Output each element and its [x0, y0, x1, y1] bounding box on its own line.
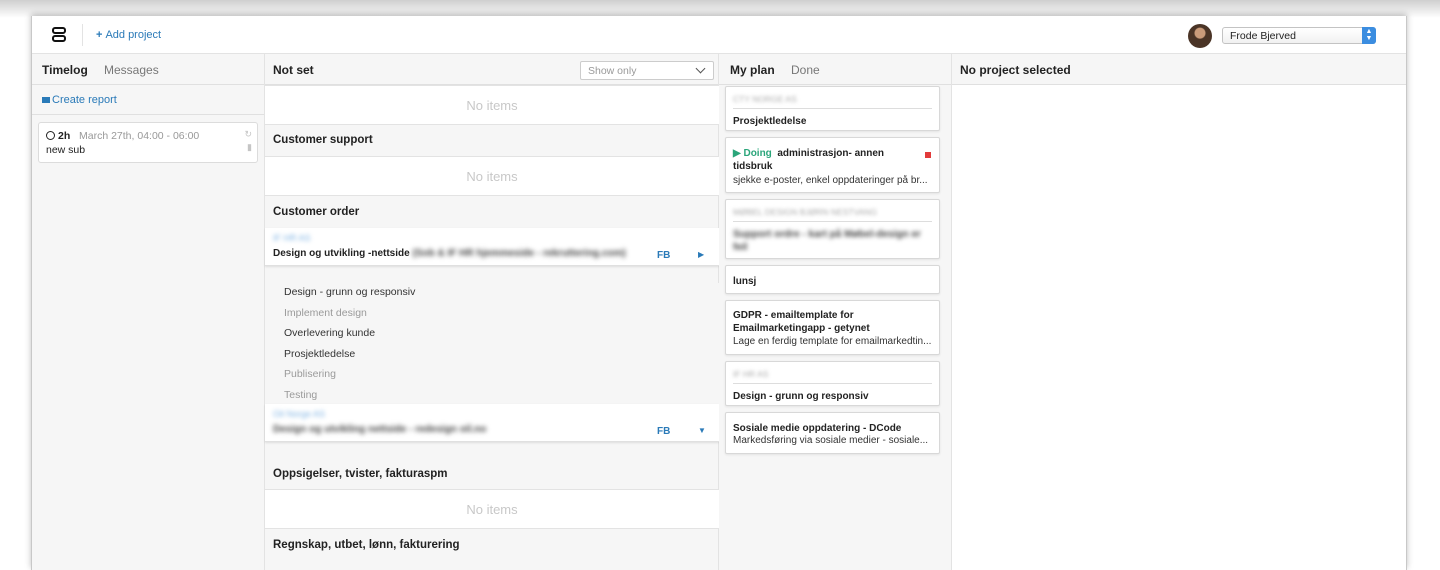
user-select[interactable]: Frode Bjerved ▲ ▼ — [1222, 27, 1376, 44]
plan-card[interactable]: lunsj — [725, 265, 940, 294]
plan-card-active[interactable]: ▶ Doing administrasjon- annen tidsbruk sj… — [725, 137, 940, 193]
play-icon[interactable]: ▶ — [698, 250, 704, 259]
plan-panel: My plan Done CTY NORGE AS Prosjektledels… — [719, 54, 952, 570]
card-description: Markedsføring via sosiale medier - sosia… — [733, 435, 929, 446]
subtask-item[interactable]: Implement design — [284, 307, 367, 319]
show-only-select[interactable]: Show only — [580, 61, 714, 80]
tab-my-plan[interactable]: My plan — [730, 63, 775, 77]
entry-date: March 27th, 04:00 - 06:00 — [79, 130, 200, 142]
stop-icon[interactable] — [925, 152, 931, 158]
entry-duration: 2h — [58, 130, 71, 142]
card-description: Lage en ferdig template for emailmarkedt… — [733, 336, 932, 347]
mail-icon — [42, 97, 50, 103]
create-report-label: Create report — [52, 94, 117, 106]
card-divider — [733, 108, 932, 109]
project-name-extra: (Sob & IF HR hjemmeside - rekruttering.c… — [412, 248, 626, 259]
subtask-item[interactable]: Overlevering kunde — [284, 327, 375, 339]
timelog-tabs: Timelog Messages — [32, 54, 264, 85]
card-title: Support ordre - kart på Møbel-design er … — [733, 229, 921, 253]
detail-title: No project selected — [960, 63, 1071, 77]
project-owner: FB — [657, 250, 671, 261]
chevron-down-icon — [695, 63, 706, 74]
card-title: lunsj — [733, 276, 757, 287]
section-oppsigelser[interactable]: Oppsigelser, tvister, fakturaspm — [273, 468, 448, 480]
project-name: Design og utvikling nettside - redesign … — [273, 424, 487, 435]
timelog-panel: Timelog Messages Create report 2h March … — [32, 54, 265, 570]
empty-list: No items — [265, 85, 719, 125]
empty-label: No items — [466, 502, 518, 517]
plus-icon: + — [96, 29, 103, 41]
section-customer-order[interactable]: Customer order — [273, 206, 359, 218]
project-client: Oil Norge AS — [273, 409, 326, 419]
project-owner: FB — [657, 426, 671, 437]
card-title-cont: tidsbruk — [733, 161, 773, 172]
section-regnskap[interactable]: Regnskap, utbet, lønn, fakturering — [273, 539, 460, 551]
plan-card[interactable]: Sosiale medie oppdatering - DCode Marked… — [725, 412, 940, 454]
plan-card[interactable]: GDPR - emailtemplate for Emailmarketinga… — [725, 300, 940, 355]
card-client: CTY NORGE AS — [733, 94, 797, 104]
select-arrows-icon: ▲ ▼ — [1362, 27, 1376, 44]
doing-label: Doing — [743, 148, 772, 159]
plan-card[interactable]: CTY NORGE AS Prosjektledelse — [725, 86, 940, 131]
empty-list: No items — [265, 156, 719, 196]
trash-icon[interactable]: ▮ — [247, 142, 252, 153]
subtask-item[interactable]: Prosjektledelse — [284, 348, 355, 360]
subtask-item[interactable]: Testing — [284, 389, 317, 401]
plan-card[interactable]: IF HR AS Design - grunn og responsiv — [725, 361, 940, 406]
card-divider — [733, 383, 932, 384]
user-avatar — [1188, 24, 1212, 48]
subtask-item[interactable]: Publisering — [284, 368, 336, 380]
card-client: IF HR AS — [733, 369, 769, 379]
top-bar: + Add project Frode Bjerved ▲ ▼ — [32, 16, 1406, 54]
project-row[interactable]: Oil Norge AS Design og utvikling nettsid… — [265, 404, 719, 442]
plan-tabs: My plan Done — [719, 54, 951, 85]
detail-header: No project selected — [952, 54, 1406, 85]
add-project-label: Add project — [105, 29, 162, 41]
empty-list: No items — [265, 489, 719, 529]
section-customer-support[interactable]: Customer support — [273, 134, 373, 146]
card-title: Design - grunn og responsiv — [733, 391, 869, 402]
show-only-placeholder: Show only — [588, 65, 637, 77]
card-divider — [733, 221, 932, 222]
card-title: administrasjon- annen — [777, 148, 885, 159]
tab-timelog[interactable]: Timelog — [42, 63, 88, 77]
subtask-list: Design - grunn og responsiv Implement de… — [265, 283, 719, 405]
card-title: Sosiale medie oppdatering - DCode — [733, 423, 902, 434]
projects-panel: Not set Show only No items Customer supp… — [265, 54, 719, 570]
projects-header: Not set Show only — [265, 54, 718, 85]
project-name-main: Design og utvikling -nettside — [273, 248, 410, 259]
tab-done[interactable]: Done — [791, 63, 820, 77]
divider — [32, 114, 264, 115]
card-client: MØBEL DESIGN BJØRN NESTVANG — [733, 207, 878, 217]
card-description: sjekke e-poster, enkel oppdateringer på … — [733, 175, 928, 186]
header-divider — [82, 24, 83, 46]
create-report-link[interactable]: Create report — [42, 94, 117, 106]
project-detail-panel: No project selected — [952, 54, 1406, 570]
timelog-entry[interactable]: 2h March 27th, 04:00 - 06:00 new sub ↻ ▮ — [38, 122, 258, 163]
card-title: Prosjektledelse — [733, 116, 807, 127]
project-client: IF HR AS — [273, 233, 311, 243]
empty-label: No items — [466, 98, 518, 113]
restart-icon[interactable]: ↻ — [244, 129, 252, 140]
entry-description: new sub — [46, 144, 86, 156]
add-project-button[interactable]: + Add project — [96, 29, 161, 41]
app-window: + Add project Frode Bjerved ▲ ▼ Timelog Me… — [31, 16, 1407, 570]
plan-card[interactable]: MØBEL DESIGN BJØRN NESTVANG Support ordr… — [725, 199, 940, 259]
empty-label: No items — [466, 169, 518, 184]
user-select-value: Frode Bjerved — [1230, 30, 1296, 42]
tab-messages[interactable]: Messages — [104, 63, 159, 77]
project-row[interactable]: IF HR AS Design og utvikling -nettside (… — [265, 228, 719, 266]
projects-title: Not set — [273, 63, 314, 77]
project-name: Design og utvikling -nettside (Sob & IF … — [273, 248, 626, 259]
card-title: GDPR - emailtemplate for Emailmarketinga… — [733, 310, 870, 334]
subtask-item[interactable]: Design - grunn og responsiv — [284, 286, 415, 298]
clock-icon — [46, 131, 55, 140]
app-logo-icon[interactable] — [52, 27, 68, 43]
chevron-down-icon[interactable]: ▼ — [698, 426, 706, 435]
doing-status: ▶ Doing — [733, 148, 772, 159]
